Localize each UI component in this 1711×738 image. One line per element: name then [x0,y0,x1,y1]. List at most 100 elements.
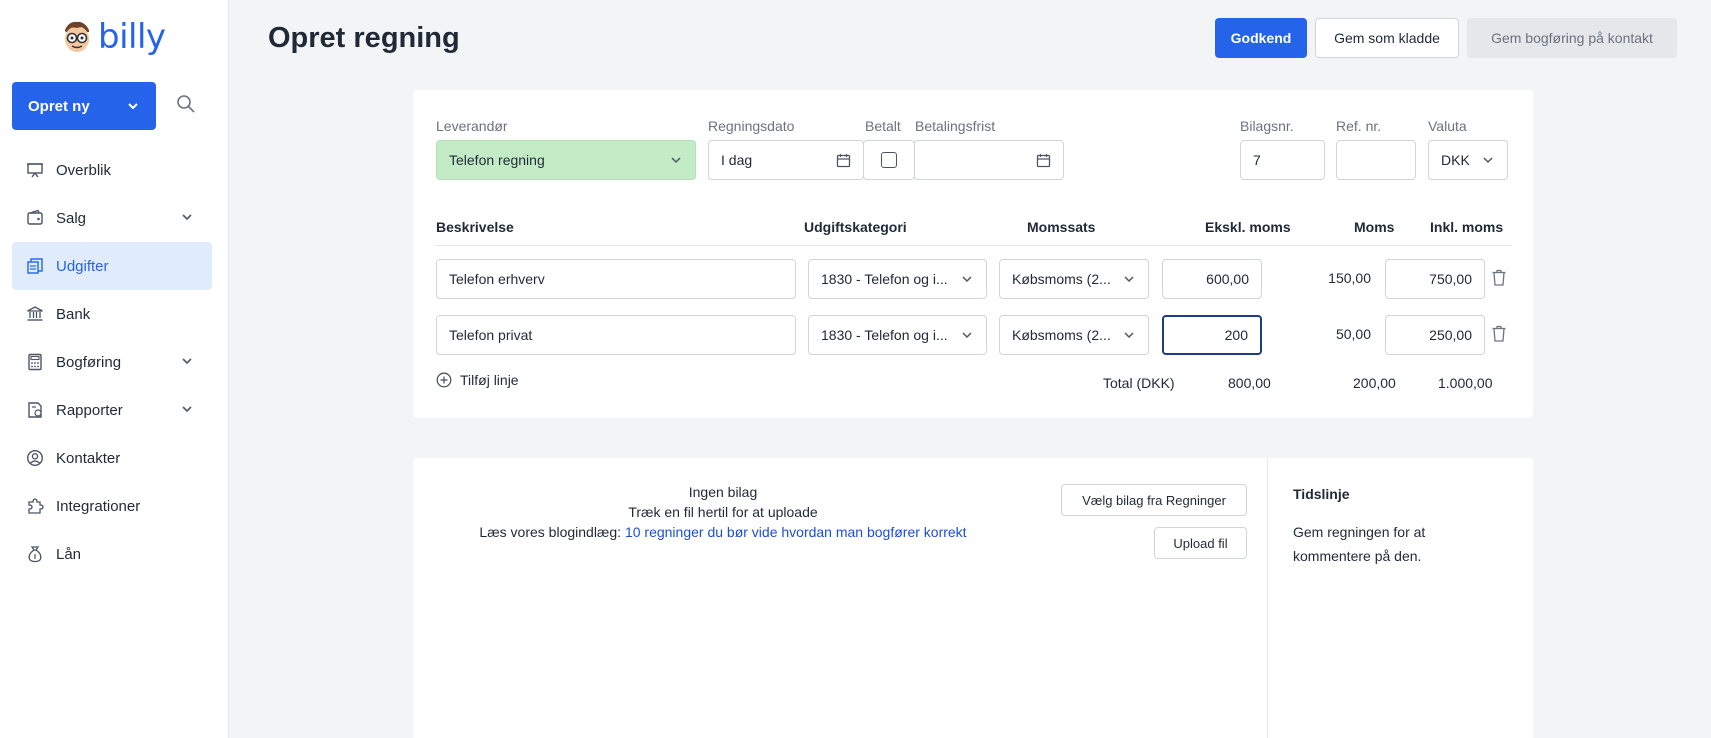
choose-attachment-button[interactable]: Vælg bilag fra Regninger [1061,484,1247,516]
paid-label: Betalt [865,118,901,134]
col-excl: Ekskl. moms [1205,219,1291,235]
voucher-label: Bilagsnr. [1240,118,1294,134]
line-description-value: Telefon erhverv [449,271,545,287]
sidebar-item-rapporter[interactable]: Rapporter [12,386,212,434]
line-excl-value: 200 [1224,327,1248,343]
logo-text: billy [98,17,166,57]
line-description-input[interactable]: Telefon erhverv [436,259,796,299]
chevron-down-icon [960,328,974,342]
line-excl-value: 600,00 [1206,271,1249,287]
approve-button[interactable]: Godkend [1215,18,1307,58]
trash-icon[interactable] [1491,269,1507,287]
wallet-icon [26,209,44,227]
line-vat-amount: 50,00 [1335,326,1371,342]
sidebar: billy Opret ny Overblik Salg Udgifter Ba… [0,0,229,738]
line-vat-rate-select[interactable]: Købsmoms (2... [999,259,1149,299]
search-icon[interactable] [176,94,200,118]
upload-dropzone[interactable]: Ingen bilag Træk en fil hertil for at up… [413,458,1268,738]
money-bag-icon [26,545,44,563]
line-category-select[interactable]: 1830 - Telefon og i... [808,315,987,355]
currency-label: Valuta [1428,118,1467,134]
chevron-down-icon [960,272,974,286]
sidebar-item-bogforing[interactable]: Bogføring [12,338,212,386]
create-new-button[interactable]: Opret ny [12,82,156,130]
timeline-text: Gem regningen for at kommentere på den. [1293,524,1426,564]
sidebar-item-kontakter[interactable]: Kontakter [12,434,212,482]
bill-date-value: I dag [721,152,753,168]
upload-file-button[interactable]: Upload fil [1154,527,1247,559]
total-label: Total (DKK) [1103,375,1175,391]
line-vat-amount: 150,00 [1328,270,1371,286]
user-circle-icon [26,449,44,467]
sidebar-item-label: Kontakter [56,449,121,467]
currency-select[interactable]: DKK [1428,140,1508,180]
sidebar-item-udgifter[interactable]: Udgifter [12,242,212,290]
sidebar-item-label: Integrationer [56,497,141,515]
paid-checkbox-wrap[interactable] [863,140,915,180]
chevron-down-icon [126,99,140,113]
create-new-label: Opret ny [28,97,90,115]
line-description-input[interactable]: Telefon privat [436,315,796,355]
save-draft-button[interactable]: Gem som kladde [1315,18,1459,58]
save-on-contact-button: Gem bogføring på kontakt [1467,18,1677,58]
date-label: Regningsdato [708,118,795,134]
sidebar-item-bank[interactable]: Bank [12,290,212,338]
presentation-icon [26,161,44,179]
line-description-value: Telefon privat [449,327,533,343]
chevron-down-icon [669,153,683,167]
page-title: Opret regning [268,22,460,54]
currency-value: DKK [1441,152,1470,168]
supplier-select[interactable]: Telefon regning [436,140,696,180]
logo[interactable]: billy [62,20,166,54]
calculator-icon [26,353,44,371]
calendar-icon [836,153,851,168]
blog-link[interactable]: 10 regninger du bør vide hvordan man bog… [625,524,967,540]
trash-icon[interactable] [1491,325,1507,343]
sidebar-item-label: Bogføring [56,353,122,371]
line-incl-input[interactable]: 250,00 [1385,315,1485,355]
bill-date-input[interactable]: I dag [708,140,864,180]
voucher-input[interactable]: 7 [1240,140,1325,180]
due-date-input[interactable] [914,140,1064,180]
ref-input[interactable] [1336,140,1416,180]
line-incl-value: 750,00 [1429,271,1472,287]
ref-label: Ref. nr. [1336,118,1382,134]
drag-text: Træk en fil hertil for at uploade [628,504,818,520]
line-excl-input-focused[interactable]: 200 [1162,315,1262,355]
add-line-label: Tilføj linje [460,372,519,388]
voucher-value: 7 [1253,152,1261,168]
col-category: Udgiftskategori [804,219,907,235]
bank-icon [26,305,44,323]
header-divider [436,245,1512,246]
puzzle-icon [26,497,44,515]
chevron-down-icon [180,210,194,224]
no-attachment-text: Ingen bilag [688,484,758,500]
total-excl: 800,00 [1228,375,1271,391]
line-vat-rate-value: Købsmoms (2... [1012,327,1111,343]
line-excl-input[interactable]: 600,00 [1162,259,1262,299]
sidebar-item-label: Lån [56,545,82,563]
total-incl: 1.000,00 [1438,375,1493,391]
due-date-label: Betalingsfrist [915,118,996,134]
sidebar-item-integrationer[interactable]: Integrationer [12,482,212,530]
line-vat-rate-select[interactable]: Købsmoms (2... [999,315,1149,355]
sidebar-item-lan[interactable]: Lån [12,530,212,578]
col-vat-rate: Momssats [1027,219,1096,235]
attachments-card: Ingen bilag Træk en fil hertil for at up… [413,458,1533,738]
chevron-down-icon [180,402,194,416]
bill-form-card: Leverandør Regningsdato Betalt Betalings… [413,90,1533,418]
add-line-button[interactable]: Tilføj linje [436,372,519,388]
sidebar-nav: Overblik Salg Udgifter Bank Bogføring Ra… [12,146,212,578]
paid-checkbox[interactable] [881,152,897,168]
plus-circle-icon [436,372,452,388]
supplier-label: Leverandør [436,118,508,134]
total-vat: 200,00 [1353,375,1396,391]
sidebar-item-salg[interactable]: Salg [12,194,212,242]
sidebar-item-label: Udgifter [56,257,109,275]
sidebar-item-overblik[interactable]: Overblik [12,146,212,194]
chevron-down-icon [1122,272,1136,286]
line-category-select[interactable]: 1830 - Telefon og i... [808,259,987,299]
col-vat: Moms [1354,219,1395,235]
billy-face-icon [62,20,92,54]
line-incl-input[interactable]: 750,00 [1385,259,1485,299]
